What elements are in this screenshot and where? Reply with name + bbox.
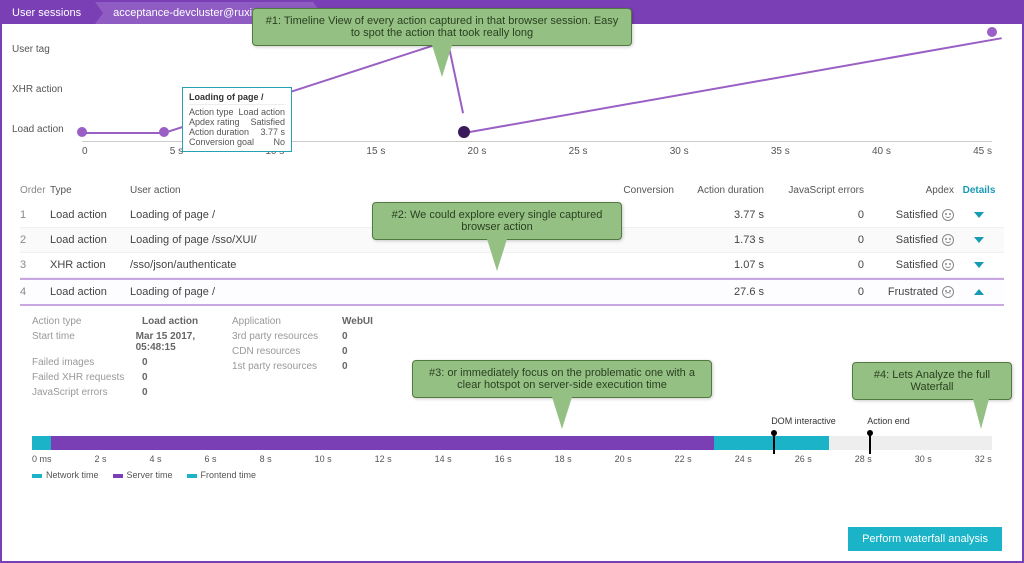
timeline-point-highlighted[interactable] — [458, 126, 470, 138]
timeline-point[interactable] — [987, 27, 997, 37]
smile-icon — [942, 209, 954, 221]
waterfall-x-axis: 0 ms2 s4 s6 s8 s10 s12 s14 s16 s18 s20 s… — [32, 454, 992, 464]
timeline-point[interactable] — [159, 127, 169, 137]
legend-frontend: Frontend time — [187, 470, 257, 480]
annotation-1: #1: Timeline View of every action captur… — [252, 8, 632, 46]
col-js-errors[interactable]: JavaScript errors — [764, 185, 864, 196]
timeline-plot-area[interactable]: Loading of page / Action typeLoad action… — [82, 32, 992, 142]
sad-icon — [942, 286, 954, 298]
waterfall-marker: Action end — [867, 416, 910, 426]
col-type[interactable]: Type — [50, 185, 130, 196]
waterfall-legend: Network time Server time Frontend time — [32, 470, 992, 480]
legend-network: Network time — [32, 470, 99, 480]
waterfall-server-segment — [51, 436, 713, 450]
y-label: Load action — [12, 124, 64, 135]
chevron-down-icon[interactable] — [974, 237, 984, 243]
col-order[interactable]: Order — [20, 185, 50, 196]
y-label: XHR action — [12, 84, 63, 95]
timeline-chart: User tag XHR action Load action Loading … — [2, 24, 1022, 179]
waterfall-marker: DOM interactive — [771, 416, 836, 426]
waterfall-frontend-segment — [714, 436, 829, 450]
table-header-row: Order Type User action Conversion Action… — [20, 179, 1004, 203]
breadcrumb-level1[interactable]: User sessions — [2, 2, 95, 24]
col-apdex[interactable]: Apdex — [864, 185, 954, 196]
table-row-expanded[interactable]: 4 Load action Loading of page / 27.6 s 0… — [20, 278, 1004, 306]
annotation-3: #3: or immediately focus on the problema… — [412, 360, 712, 398]
y-label: User tag — [12, 44, 50, 55]
chevron-down-icon[interactable] — [974, 212, 984, 218]
col-conversion[interactable]: Conversion — [604, 185, 674, 196]
waterfall-bar[interactable]: DOM interactive Action end — [32, 436, 992, 450]
detail-col-left: Action typeLoad action Start timeMar 15 … — [32, 314, 232, 400]
detail-col-right: ApplicationWebUI 3rd party resources0 CD… — [232, 314, 432, 400]
chevron-up-icon[interactable] — [974, 289, 984, 295]
col-user-action[interactable]: User action — [130, 185, 604, 196]
waterfall-network-segment — [32, 436, 51, 450]
timeline-point[interactable] — [77, 127, 87, 137]
table-row[interactable]: 3 XHR action /sso/json/authenticate 1.07… — [20, 253, 1004, 278]
smile-icon — [942, 234, 954, 246]
timeline-tooltip: Loading of page / Action typeLoad action… — [182, 87, 292, 152]
actions-table: Order Type User action Conversion Action… — [2, 179, 1022, 306]
col-details[interactable]: Details — [954, 185, 1004, 196]
chevron-down-icon[interactable] — [974, 262, 984, 268]
smile-icon — [942, 259, 954, 271]
perform-waterfall-analysis-button[interactable]: Perform waterfall analysis — [848, 527, 1002, 551]
col-duration[interactable]: Action duration — [674, 185, 764, 196]
annotation-2: #2: We could explore every single captur… — [372, 202, 622, 240]
legend-server: Server time — [113, 470, 173, 480]
annotation-4: #4: Lets Analyze the full Waterfall — [852, 362, 1012, 400]
